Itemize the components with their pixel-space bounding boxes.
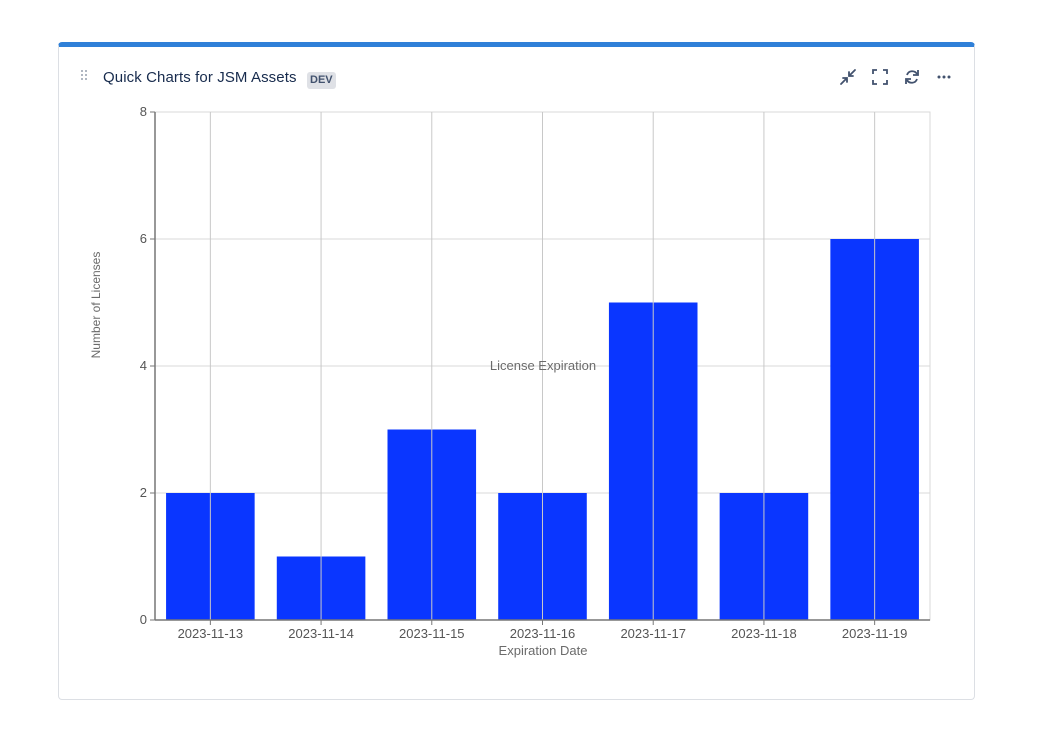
x-tick-labels: 2023-11-13 2023-11-14 2023-11-15 2023-11-16… xyxy=(178,626,908,641)
y-tick-label: 2 xyxy=(140,485,147,500)
x-tick-label: 2023-11-14 xyxy=(288,626,354,641)
x-tick-label: 2023-11-18 xyxy=(731,626,797,641)
x-tick-label: 2023-11-17 xyxy=(620,626,686,641)
y-axis-label: Number of Licenses xyxy=(89,252,103,359)
bar-chart: 02468 2023-11-13 2023-11-14 2023-11-15 2023… xyxy=(89,104,931,658)
y-tick-label: 0 xyxy=(140,612,147,627)
x-tick-label: 2023-11-15 xyxy=(399,626,465,641)
y-tick-label: 4 xyxy=(140,358,147,373)
y-tick-label: 6 xyxy=(140,231,147,246)
y-tick-labels: 0 2 4 6 8 xyxy=(140,104,147,627)
x-tick-label: 2023-11-19 xyxy=(842,626,908,641)
chart-title: License Expiration xyxy=(490,358,596,373)
x-tick-label: 2023-11-13 xyxy=(178,626,244,641)
x-tick-label: 2023-11-16 xyxy=(510,626,576,641)
y-tick-label: 8 xyxy=(140,104,147,119)
x-axis-label: Expiration Date xyxy=(499,643,588,658)
